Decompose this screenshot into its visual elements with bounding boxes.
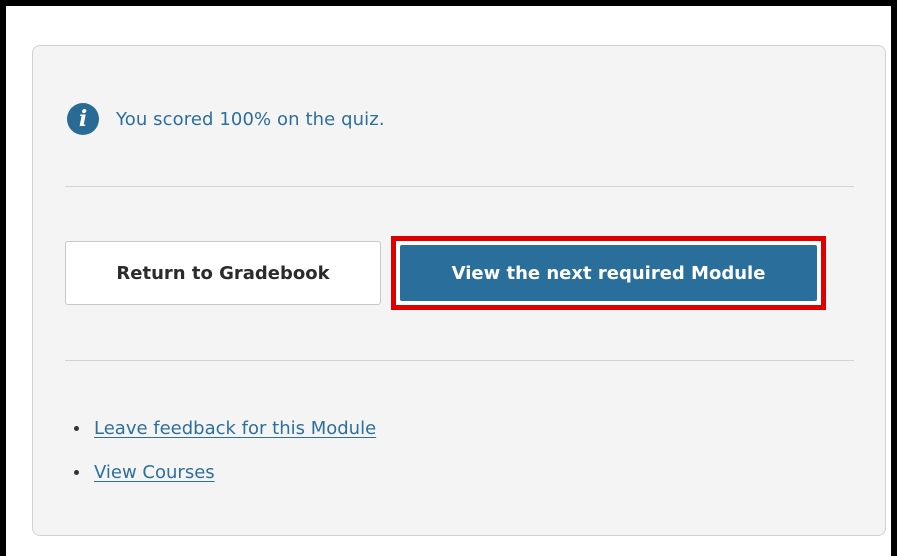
- next-module-label: View the next required Module: [451, 262, 766, 284]
- view-courses-link[interactable]: View Courses: [94, 462, 215, 483]
- bullet-icon: [74, 469, 79, 475]
- divider-top: [65, 186, 854, 187]
- score-message: You scored 100% on the quiz.: [116, 108, 385, 130]
- list-item: Leave feedback for this Module: [74, 406, 376, 450]
- bullet-icon: [74, 425, 79, 431]
- link-list: Leave feedback for this Module View Cour…: [74, 406, 376, 494]
- return-to-gradebook-label: Return to Gradebook: [116, 262, 330, 284]
- info-icon: i: [67, 103, 99, 135]
- return-to-gradebook-button[interactable]: Return to Gradebook: [65, 241, 381, 305]
- list-item: View Courses: [74, 450, 376, 494]
- highlight-box: View the next required Module: [391, 236, 826, 310]
- divider-bottom: [65, 360, 854, 361]
- leave-feedback-link[interactable]: Leave feedback for this Module: [94, 418, 376, 439]
- next-module-button[interactable]: View the next required Module: [400, 245, 817, 301]
- score-notice: i You scored 100% on the quiz.: [67, 103, 385, 135]
- quiz-result-card: i You scored 100% on the quiz. Return to…: [32, 45, 886, 536]
